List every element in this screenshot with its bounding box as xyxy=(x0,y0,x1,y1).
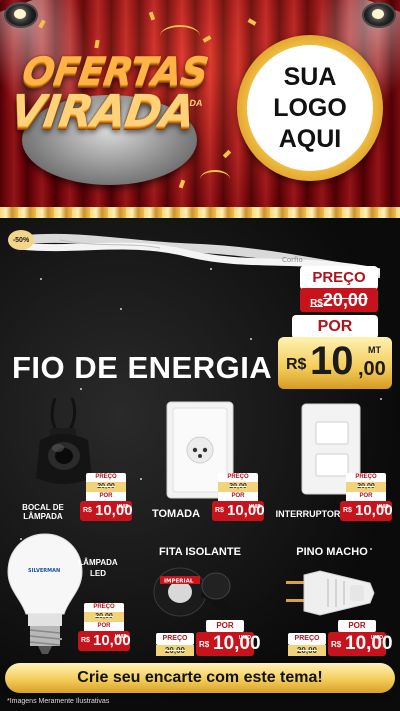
new-price: R$ 10,00 UNID xyxy=(340,501,393,521)
price-tag-pino: PREÇO 20,00 POR R$ 10,00 UNID xyxy=(288,620,393,656)
unit: UNID xyxy=(370,635,383,641)
por-label: POR xyxy=(338,620,376,632)
currency: R$ xyxy=(199,640,210,649)
curtain-header: OFERTAS VIRADA DA SUA LOGO AQUI xyxy=(0,0,400,212)
new-price: R$ 10,00 UNID xyxy=(328,632,393,656)
price-tag-tomada: PREÇO 20,00 POR R$ 10,00 UNID xyxy=(212,473,265,521)
main-old-value: 20,00 xyxy=(322,290,368,310)
preco-label: PREÇO xyxy=(84,603,124,612)
currency: R$ xyxy=(215,507,224,514)
bulb-brand: SILVERMAN xyxy=(28,568,60,574)
old-price: 20,00 xyxy=(156,645,194,656)
main-new-int: 10 xyxy=(310,339,353,383)
ofertas-da-virada-title: OFERTAS VIRADA DA xyxy=(6,49,218,137)
star xyxy=(40,278,42,280)
led-bulb-image: SILVERMAN xyxy=(7,533,83,654)
male-plug-image xyxy=(286,570,375,616)
logo-text-3: AQUI xyxy=(278,124,342,153)
confetti xyxy=(178,179,186,189)
logo-text-2: LOGO xyxy=(273,93,347,122)
product-name-bocal: BOCAL DE LÂMPADA xyxy=(22,503,64,521)
new-price: R$ 10,00 UNID xyxy=(196,632,261,656)
por-label: POR xyxy=(206,620,244,632)
main-new-price: R$ 10 ,00 MT xyxy=(278,337,392,389)
por-label: POR xyxy=(218,492,258,501)
footnote: *Imagens Meramente Ilustrativas xyxy=(7,698,110,705)
preco-label: PREÇO xyxy=(218,473,258,482)
price-tag-interruptor: PREÇO 20,00 POR R$ 10,00 UNID xyxy=(340,473,393,521)
preco-label: PREÇO xyxy=(156,633,194,645)
unit: UNID xyxy=(114,634,127,640)
logo-placeholder: SUA LOGO AQUI xyxy=(237,35,383,181)
preco-label: PREÇO xyxy=(288,633,326,645)
currency: R$ xyxy=(81,637,90,644)
star xyxy=(140,478,142,480)
star xyxy=(380,398,382,400)
product-name-interruptor: INTERRUPTOR xyxy=(275,509,341,519)
old-price: 20,00 xyxy=(218,482,258,492)
tape-brand: IMPERIAL xyxy=(164,579,194,585)
unit: UNID xyxy=(376,504,389,510)
new-price: R$ 10,00 UNID xyxy=(212,501,265,521)
cable-print: Corfio xyxy=(282,256,303,264)
confetti xyxy=(202,35,212,43)
star xyxy=(80,388,82,390)
confetti xyxy=(247,18,257,26)
main-preco-label: PREÇO xyxy=(300,266,378,290)
title-line-2: VIRADA xyxy=(7,86,198,137)
product-name-fita: FITA ISOLANTE xyxy=(159,546,241,558)
confetti xyxy=(222,149,232,159)
flyer: OFERTAS VIRADA DA SUA LOGO AQUI Corfio -… xyxy=(0,0,400,711)
create-flyer-button[interactable]: Crie seu encarte com este tema! xyxy=(5,663,395,693)
main-new-currency: R$ xyxy=(286,356,307,373)
gold-divider xyxy=(0,207,400,218)
main-unit: MT xyxy=(368,345,381,355)
new-price: R$ 10,00 UNID xyxy=(80,501,133,521)
confetti-ribbon xyxy=(160,25,200,47)
insulating-tape-image: IMPERIAL xyxy=(153,567,238,617)
title-small: DA xyxy=(188,98,204,108)
price-tag-fita: PREÇO 20,00 POR R$ 10,00 UNID xyxy=(156,620,261,656)
main-product-name: FIO DE ENERGIA xyxy=(12,350,273,385)
old-price: 20,00 xyxy=(346,482,386,492)
title-line-1: OFERTAS xyxy=(19,49,211,93)
por-label: POR xyxy=(86,492,126,501)
main-new-dec: ,00 xyxy=(358,358,386,380)
star xyxy=(250,338,252,340)
por-label: POR xyxy=(346,492,386,501)
unit: UNID xyxy=(116,504,129,510)
preco-label: PREÇO xyxy=(86,473,126,482)
por-label: POR xyxy=(84,622,124,631)
main-old-currency: R$ xyxy=(310,298,323,309)
logo-text-1: SUA xyxy=(283,62,337,91)
spotlight-icon xyxy=(4,2,38,28)
unit: UNID xyxy=(248,504,261,510)
product-name-lampada: LÂMPADA LED xyxy=(78,558,118,578)
confetti xyxy=(148,11,156,21)
old-price: 20,00 xyxy=(84,612,124,622)
old-price: 20,00 xyxy=(288,645,326,656)
new-price: R$ 10,00 UNID xyxy=(78,631,131,651)
old-price: 20,00 xyxy=(86,482,126,492)
unit: UNID xyxy=(238,635,251,641)
currency: R$ xyxy=(331,640,342,649)
discount-badge: -50% xyxy=(8,230,34,250)
new-price-value: 10,00 xyxy=(345,633,393,654)
star xyxy=(120,308,122,310)
product-name-pino: PINO MACHO xyxy=(296,546,368,558)
product-name-tomada: TOMADA xyxy=(151,508,201,520)
main-old-price: R$20,00 xyxy=(300,288,378,312)
main-por-label: POR xyxy=(292,315,378,339)
confetti-ribbon xyxy=(200,170,230,188)
price-tag-lampada: PREÇO 20,00 POR R$ 10,00 UNID xyxy=(78,603,131,651)
spotlight-icon xyxy=(362,2,396,28)
currency: R$ xyxy=(83,507,92,514)
logo-circle: SUA LOGO AQUI xyxy=(247,45,373,171)
new-price-value: 10,00 xyxy=(213,633,261,654)
currency: R$ xyxy=(343,507,352,514)
preco-label: PREÇO xyxy=(346,473,386,482)
price-tag-bocal: PREÇO 20,00 POR R$ 10,00 UNID xyxy=(80,473,133,521)
